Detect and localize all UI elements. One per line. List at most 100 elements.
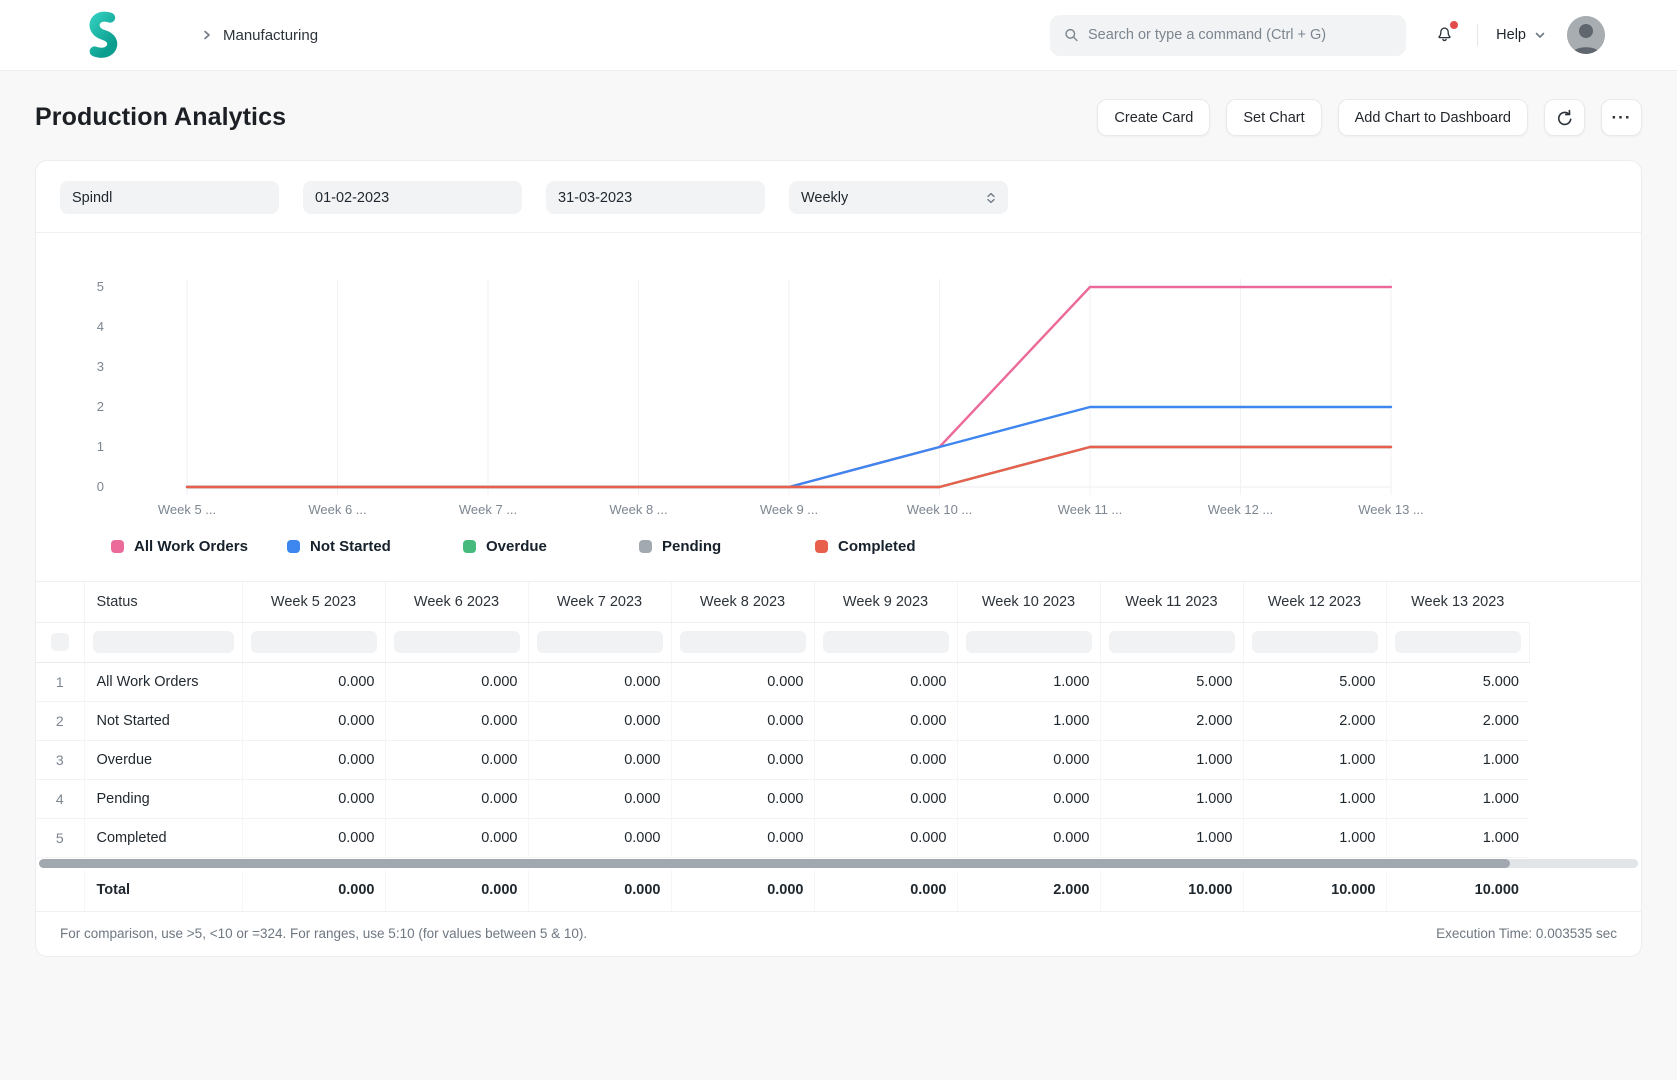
svg-text:Week 11 ...: Week 11 ... [1058,502,1123,517]
value-cell: 0.000 [385,662,528,701]
filter-cell [528,622,671,662]
value-cell: 0.000 [385,818,528,857]
column-header[interactable]: Week 11 2023 [1100,582,1243,622]
column-filter-input[interactable] [1252,631,1378,653]
value-cell: 0.000 [242,818,385,857]
add-chart-to-dashboard-button[interactable]: Add Chart to Dashboard [1338,99,1528,136]
legend-item[interactable]: All Work Orders [111,538,287,555]
total-value-cell: 0.000 [671,870,814,911]
column-filter-input[interactable] [680,631,806,653]
column-header[interactable]: Week 7 2023 [528,582,671,622]
refresh-button[interactable] [1544,99,1585,136]
column-filter-input[interactable] [966,631,1092,653]
value-cell: 0.000 [242,662,385,701]
notification-dot [1450,21,1458,29]
user-avatar[interactable] [1567,16,1605,54]
row-index: 3 [36,740,84,779]
svg-text:Week 9 ...: Week 9 ... [760,502,818,517]
filter-cell [385,622,528,662]
row-filter-box[interactable] [51,633,69,651]
legend-swatch [639,540,652,553]
total-value-cell: 0.000 [242,870,385,911]
help-menu[interactable]: Help [1496,27,1547,43]
total-value-cell: 0.000 [528,870,671,911]
table-row: 3Overdue0.0000.0000.0000.0000.0000.0001.… [36,740,1529,779]
value-cell: 1.000 [1386,779,1529,818]
column-filter-input[interactable] [251,631,377,653]
global-search[interactable] [1050,15,1406,56]
help-label: Help [1496,27,1526,43]
app-logo[interactable] [80,9,122,61]
from-date-input[interactable] [303,181,522,214]
legend-swatch [815,540,828,553]
frequency-select[interactable]: Weekly [789,181,1008,214]
total-value-cell: 10.000 [1243,870,1386,911]
value-cell: 2.000 [1243,701,1386,740]
value-cell: 0.000 [385,740,528,779]
row-index-header [36,582,84,622]
report-table: StatusWeek 5 2023Week 6 2023Week 7 2023W… [36,582,1530,858]
legend-item[interactable]: Not Started [287,538,463,555]
column-header[interactable]: Week 8 2023 [671,582,814,622]
data-table: StatusWeek 5 2023Week 6 2023Week 7 2023W… [36,581,1641,911]
column-filter-input[interactable] [1395,631,1521,653]
column-header[interactable]: Week 10 2023 [957,582,1100,622]
column-filter-input[interactable] [93,631,234,653]
navbar-divider [1477,24,1478,46]
legend-item[interactable]: Pending [639,538,815,555]
scrollbar-thumb[interactable] [39,859,1510,868]
column-header[interactable]: Week 13 2023 [1386,582,1529,622]
column-header[interactable]: Week 5 2023 [242,582,385,622]
status-cell: Completed [84,818,242,857]
column-header[interactable]: Week 12 2023 [1243,582,1386,622]
total-index-cell [36,870,84,911]
column-header[interactable]: Week 9 2023 [814,582,957,622]
svg-text:1: 1 [97,439,104,454]
execution-time: Execution Time: 0.003535 sec [1436,926,1617,941]
name-filter-input[interactable] [60,181,279,214]
filter-cell [814,622,957,662]
value-cell: 0.000 [814,740,957,779]
row-index: 5 [36,818,84,857]
value-cell: 0.000 [242,701,385,740]
column-filter-input[interactable] [1109,631,1235,653]
column-filter-input[interactable] [537,631,663,653]
value-cell: 0.000 [957,740,1100,779]
legend-item[interactable]: Completed [815,538,991,555]
value-cell: 0.000 [957,818,1100,857]
svg-text:Week 13 ...: Week 13 ... [1358,502,1424,517]
value-cell: 1.000 [1100,740,1243,779]
row-index: 4 [36,779,84,818]
value-cell: 2.000 [1386,701,1529,740]
column-filter-input[interactable] [394,631,520,653]
search-icon [1064,27,1079,43]
search-input[interactable] [1088,27,1392,43]
svg-text:Week 6 ...: Week 6 ... [308,502,366,517]
more-menu-button[interactable]: ··· [1601,99,1642,136]
svg-text:3: 3 [97,359,104,374]
total-row: Total0.0000.0000.0000.0000.0002.00010.00… [36,870,1529,911]
column-filter-row [36,622,1529,662]
value-cell: 0.000 [671,701,814,740]
to-date-input[interactable] [546,181,765,214]
total-value-cell: 0.000 [814,870,957,911]
filter-cell [84,622,242,662]
value-cell: 0.000 [385,779,528,818]
legend-swatch [287,540,300,553]
value-cell: 0.000 [671,818,814,857]
notifications-button[interactable] [1434,23,1455,47]
column-header[interactable]: Status [84,582,242,622]
column-header[interactable]: Week 6 2023 [385,582,528,622]
value-cell: 1.000 [1243,740,1386,779]
value-cell: 1.000 [1243,779,1386,818]
horizontal-scrollbar[interactable] [39,859,1638,868]
svg-text:Week 12 ...: Week 12 ... [1208,502,1274,517]
set-chart-button[interactable]: Set Chart [1226,99,1321,136]
value-cell: 0.000 [814,701,957,740]
filter-cell [242,622,385,662]
value-cell: 0.000 [814,779,957,818]
legend-item[interactable]: Overdue [463,538,639,555]
breadcrumb-item-manufacturing[interactable]: Manufacturing [223,27,318,44]
create-card-button[interactable]: Create Card [1097,99,1210,136]
column-filter-input[interactable] [823,631,949,653]
